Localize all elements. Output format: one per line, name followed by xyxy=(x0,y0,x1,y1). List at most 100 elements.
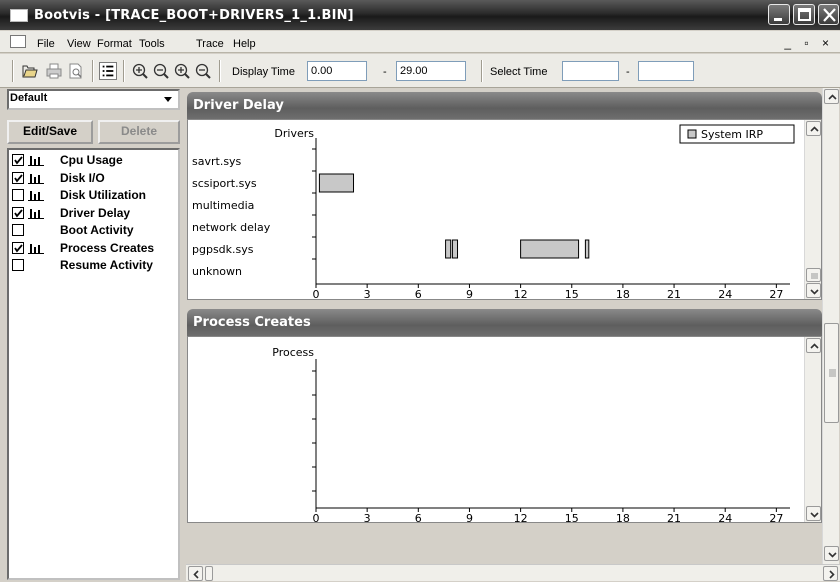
driver-delay-chart: Drivers savrt.sys scsiport.sys multimedia ne… xyxy=(192,124,795,301)
zoom-out-icon[interactable] xyxy=(152,62,170,80)
chevron-down-icon xyxy=(810,289,819,295)
chart-list-item[interactable]: Resume Activity xyxy=(12,257,153,273)
scroll-down-button[interactable] xyxy=(806,283,821,298)
scroll-down-button[interactable] xyxy=(824,546,839,561)
checkbox[interactable] xyxy=(12,189,24,201)
scroll-thumb[interactable] xyxy=(205,566,213,581)
chevron-down-icon xyxy=(828,552,837,558)
x-tick-label: 6 xyxy=(415,288,422,301)
driver-delay-title: Driver Delay xyxy=(193,98,284,113)
checkbox[interactable] xyxy=(12,171,24,184)
chevron-down-icon xyxy=(810,512,819,518)
x-tick-label: 6 xyxy=(415,512,422,524)
chart-list-item-label: Driver Delay xyxy=(60,205,131,220)
bar-chart-icon xyxy=(28,243,44,254)
print-icon[interactable] xyxy=(45,62,63,80)
bar-chart-icon xyxy=(28,191,44,201)
document-icon[interactable] xyxy=(10,35,26,48)
grip-icon xyxy=(829,369,836,377)
x-tick-label: 27 xyxy=(769,512,783,524)
x-tick-label: 18 xyxy=(616,512,630,524)
y-axis-label: Drivers xyxy=(274,127,314,140)
zoom-in-icon[interactable] xyxy=(131,62,149,80)
bar-chart-icon xyxy=(28,156,44,166)
process-creates-chart: Process 0 3 6 9 12 15 18 21 24 27 xyxy=(272,346,790,524)
scroll-up-button[interactable] xyxy=(806,338,821,353)
menu-tools[interactable]: Tools xyxy=(139,38,165,50)
scroll-down-button[interactable] xyxy=(806,506,821,521)
print-preview-icon[interactable] xyxy=(67,62,85,80)
chart-list-item-label: Boot Activity xyxy=(60,223,134,237)
toolbar-separator xyxy=(123,60,125,82)
process-creates-title: Process Creates xyxy=(193,315,311,330)
chart-list-item[interactable]: Disk Utilization xyxy=(12,187,146,203)
display-time-dash: - xyxy=(383,66,387,78)
scroll-right-button[interactable] xyxy=(823,566,838,581)
checkbox[interactable] xyxy=(12,154,24,166)
menu-help[interactable]: Help xyxy=(233,38,256,50)
select-time-start-input[interactable] xyxy=(562,61,619,81)
x-tick-label: 21 xyxy=(667,512,681,524)
scroll-up-button[interactable] xyxy=(824,89,839,104)
category-label: multimedia xyxy=(192,199,254,212)
category-label: pgpsdk.sys xyxy=(192,243,254,256)
minimize-button[interactable] xyxy=(768,4,790,25)
maximize-button[interactable] xyxy=(793,4,815,25)
checkbox[interactable] xyxy=(12,259,24,271)
checkbox[interactable] xyxy=(12,241,24,254)
menu-view[interactable]: View xyxy=(67,38,91,50)
chevron-up-icon xyxy=(828,94,837,100)
display-time-start-input[interactable] xyxy=(307,61,367,81)
checkbox[interactable] xyxy=(12,224,24,236)
scroll-up-button[interactable] xyxy=(806,121,821,136)
content-vertical-scrollbar[interactable] xyxy=(822,88,839,564)
scroll-thumb[interactable] xyxy=(824,323,839,423)
chart-list-item-label: Process Creates xyxy=(60,240,155,255)
grip-icon xyxy=(811,273,818,279)
category-label: scsiport.sys xyxy=(192,177,257,190)
x-tick-label: 18 xyxy=(616,288,630,301)
scroll-thumb[interactable] xyxy=(806,268,821,282)
x-tick-label: 12 xyxy=(514,288,528,301)
open-folder-icon[interactable] xyxy=(21,62,39,80)
category-label: savrt.sys xyxy=(192,155,242,168)
chevron-right-icon xyxy=(829,570,835,579)
checkmark-icon xyxy=(14,208,23,218)
scroll-left-button[interactable] xyxy=(188,566,203,581)
menu-trace[interactable]: Trace xyxy=(196,38,224,50)
mdi-window-controls[interactable]: _ ▫ × xyxy=(784,36,834,50)
chart-list-item-label: Disk Utilization xyxy=(60,188,147,202)
content-horizontal-scrollbar[interactable] xyxy=(186,564,840,581)
x-tick-label: 3 xyxy=(364,288,371,301)
menu-format[interactable]: Format xyxy=(97,38,132,50)
display-time-end-input[interactable] xyxy=(396,61,466,81)
x-tick-label: 0 xyxy=(313,288,320,301)
title-bar: Bootvis - [TRACE_BOOT+DRIVERS_1_1.BIN] xyxy=(0,0,840,30)
chart-list-item[interactable]: Driver Delay xyxy=(12,205,130,221)
chart-list-item[interactable]: Cpu Usage xyxy=(12,152,123,168)
close-button[interactable] xyxy=(818,4,839,25)
chart-list-item[interactable]: Boot Activity xyxy=(12,222,134,238)
list-view-icon[interactable] xyxy=(99,62,117,80)
select-time-label: Select Time xyxy=(490,66,548,78)
driver-delay-scrollbar[interactable] xyxy=(804,120,821,299)
checkmark-icon xyxy=(14,156,23,165)
select-time-end-input[interactable] xyxy=(638,61,694,81)
gantt-bar xyxy=(445,239,452,259)
zoom-selection-icon[interactable] xyxy=(173,62,191,80)
gantt-bar xyxy=(451,239,459,259)
x-tick-label: 9 xyxy=(466,288,473,301)
zoom-full-icon[interactable] xyxy=(194,62,212,80)
x-tick-label: 0 xyxy=(313,512,320,524)
checkbox[interactable] xyxy=(12,206,24,219)
delete-button[interactable]: Delete xyxy=(98,120,180,144)
chart-list-item[interactable]: Disk I/O xyxy=(12,170,105,186)
chevron-down-icon[interactable] xyxy=(160,92,176,106)
chevron-up-icon xyxy=(810,126,819,132)
chevron-up-icon xyxy=(810,343,819,349)
chart-list-item[interactable]: Process Creates xyxy=(12,240,154,256)
toolbar-separator xyxy=(219,60,221,82)
menu-file[interactable]: File xyxy=(37,38,55,50)
edit-save-button[interactable]: Edit/Save xyxy=(7,120,93,144)
process-creates-scrollbar[interactable] xyxy=(804,337,821,522)
